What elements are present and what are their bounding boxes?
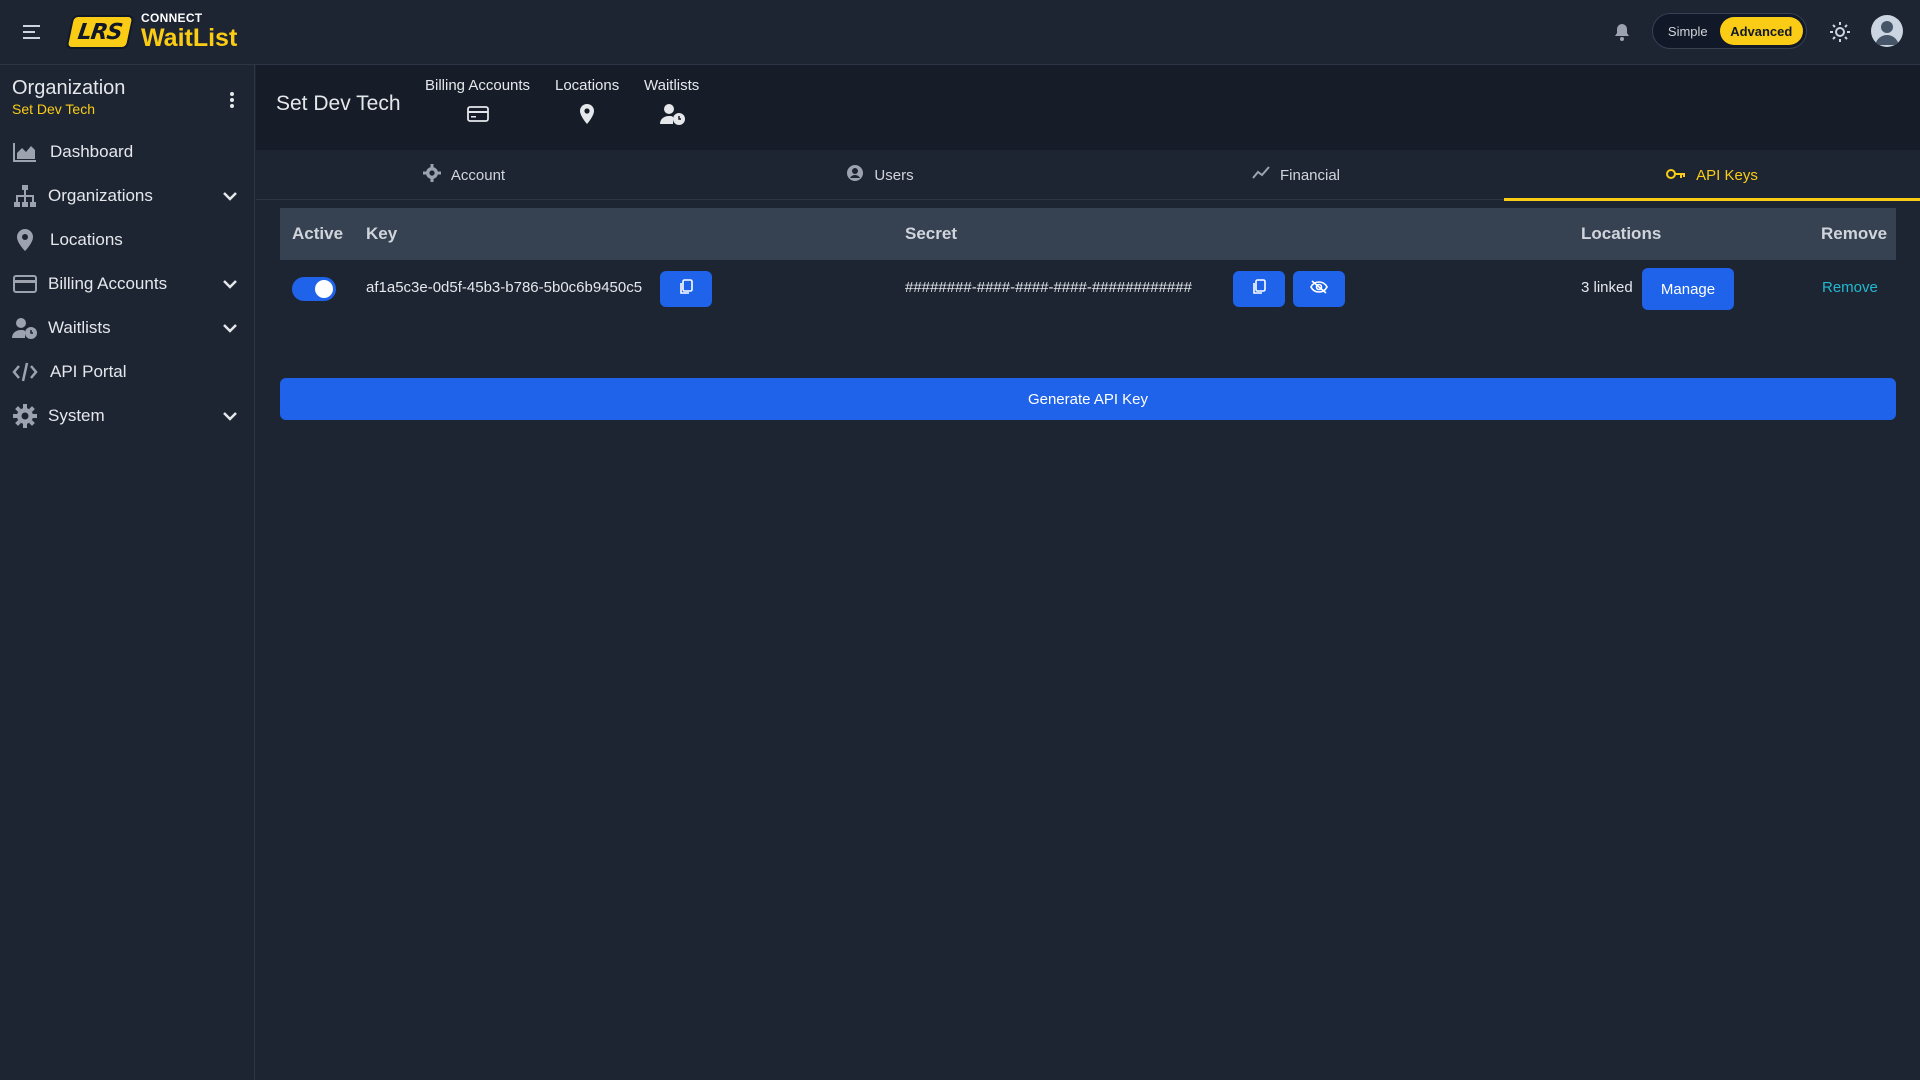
org-title: Organization bbox=[12, 77, 126, 99]
logo-product-name: WaitList bbox=[141, 24, 238, 52]
sun-icon[interactable] bbox=[1829, 21, 1851, 43]
sidebar-item-label: Dashboard bbox=[50, 142, 134, 161]
sidebar: Organization Set Dev Tech Dashboard Orga… bbox=[0, 65, 255, 1080]
quick-link-billing-accounts[interactable]: Billing Accounts bbox=[425, 77, 530, 126]
sitemap-icon bbox=[12, 183, 38, 209]
table-header: Active Key Secret Locations Remove bbox=[280, 208, 1896, 260]
credit-card-icon bbox=[12, 271, 38, 297]
tab-label: Financial bbox=[1279, 166, 1341, 184]
tab-label: API Keys bbox=[1696, 166, 1758, 184]
user-avatar[interactable] bbox=[1871, 15, 1903, 47]
eye-slash-icon bbox=[1310, 280, 1328, 298]
copy-key-button[interactable] bbox=[660, 271, 712, 307]
column-header-secret: Secret bbox=[905, 224, 957, 243]
sidebar-item-label: Organizations bbox=[48, 186, 153, 205]
generate-api-key-button[interactable]: Generate API Key bbox=[280, 378, 1896, 420]
app-logo[interactable]: LRS CONNECT WaitList bbox=[65, 11, 238, 52]
menu-icon[interactable] bbox=[21, 20, 43, 44]
trend-line-icon bbox=[1252, 166, 1280, 184]
quick-link-label: Locations bbox=[555, 77, 620, 94]
gear-icon bbox=[12, 403, 38, 429]
chart-area-icon bbox=[12, 139, 38, 165]
chevron-down-icon bbox=[220, 186, 240, 206]
sidebar-item-billing-accounts[interactable]: Billing Accounts bbox=[0, 264, 254, 304]
logo-connect-text: CONNECT bbox=[141, 11, 203, 25]
manage-locations-button[interactable]: Manage bbox=[1642, 268, 1734, 310]
column-header-active: Active bbox=[292, 224, 344, 243]
column-header-locations: Locations bbox=[1581, 224, 1662, 243]
map-pin-icon bbox=[575, 102, 599, 126]
active-toggle[interactable] bbox=[292, 277, 336, 301]
toggle-secret-visibility-button[interactable] bbox=[1293, 271, 1345, 307]
user-clock-icon bbox=[12, 315, 38, 341]
sidebar-item-api-portal[interactable]: API Portal bbox=[0, 352, 254, 392]
chevron-down-icon bbox=[220, 274, 240, 294]
sidebar-item-label: Waitlists bbox=[48, 318, 111, 337]
map-pin-icon bbox=[12, 227, 38, 253]
key-icon bbox=[1666, 167, 1696, 184]
copy-icon bbox=[1252, 279, 1266, 299]
tab-label: Account bbox=[450, 166, 506, 184]
table-row: af1a5c3e-0d5f-45b3-b786-5b0c6b9450c5 ###… bbox=[280, 260, 1896, 316]
column-header-key: Key bbox=[366, 224, 398, 243]
copy-secret-button[interactable] bbox=[1233, 271, 1285, 307]
tab-users[interactable]: Users bbox=[672, 150, 1088, 200]
quick-link-label: Waitlists bbox=[644, 77, 700, 94]
column-header-remove: Remove bbox=[1821, 224, 1888, 243]
tab-financial[interactable]: Financial bbox=[1088, 150, 1504, 200]
api-keys-table: Active Key Secret Locations Remove af1a5… bbox=[280, 208, 1896, 316]
sidebar-item-system[interactable]: System bbox=[0, 396, 254, 436]
org-name: Set Dev Tech bbox=[12, 101, 96, 117]
quick-link-label: Billing Accounts bbox=[425, 77, 531, 94]
page-title: Set Dev Tech bbox=[276, 92, 401, 115]
entity-header: Set Dev Tech Billing Accounts Locations … bbox=[256, 65, 1920, 150]
gear-icon bbox=[422, 164, 451, 186]
mode-advanced-option[interactable]: Advanced bbox=[1719, 17, 1803, 45]
sidebar-item-dashboard[interactable]: Dashboard bbox=[0, 132, 254, 172]
mode-toggle[interactable]: Simple Advanced bbox=[1652, 13, 1807, 49]
sidebar-item-label: Billing Accounts bbox=[48, 274, 168, 293]
sidebar-item-label: Locations bbox=[50, 230, 123, 249]
logo-badge: LRS bbox=[65, 14, 135, 49]
credit-card-icon bbox=[466, 102, 490, 126]
tab-account[interactable]: Account bbox=[256, 150, 672, 200]
bell-icon[interactable] bbox=[1612, 21, 1632, 43]
sidebar-item-label: System bbox=[48, 406, 105, 425]
api-secret-value: ########-####-####-####-############ bbox=[905, 279, 1192, 296]
copy-icon bbox=[679, 279, 693, 299]
sidebar-item-waitlists[interactable]: Waitlists bbox=[0, 308, 254, 348]
more-vertical-icon[interactable] bbox=[222, 90, 242, 110]
api-key-value: af1a5c3e-0d5f-45b3-b786-5b0c6b9450c5 bbox=[366, 279, 643, 296]
mode-simple-option[interactable]: Simple bbox=[1656, 17, 1720, 45]
sidebar-item-organizations[interactable]: Organizations bbox=[0, 176, 254, 216]
quick-link-waitlists[interactable]: Waitlists bbox=[644, 77, 699, 126]
user-circle-icon bbox=[846, 164, 874, 186]
user-clock-icon bbox=[659, 102, 685, 126]
chevron-down-icon bbox=[220, 406, 240, 426]
top-bar: LRS CONNECT WaitList Simple Advanced bbox=[0, 0, 1920, 65]
locations-count: 3 linked bbox=[1581, 279, 1633, 296]
tab-api-keys[interactable]: API Keys bbox=[1504, 150, 1920, 201]
code-icon bbox=[12, 359, 38, 385]
sidebar-item-label: API Portal bbox=[50, 362, 127, 381]
tab-bar: Account Users Financial API Keys bbox=[256, 150, 1920, 201]
org-header: Organization Set Dev Tech bbox=[12, 77, 125, 117]
chevron-down-icon bbox=[220, 318, 240, 338]
quick-link-locations[interactable]: Locations bbox=[555, 77, 619, 126]
tab-label: Users bbox=[874, 166, 914, 184]
remove-key-link[interactable]: Remove bbox=[1822, 279, 1878, 296]
sidebar-item-locations[interactable]: Locations bbox=[0, 220, 254, 260]
